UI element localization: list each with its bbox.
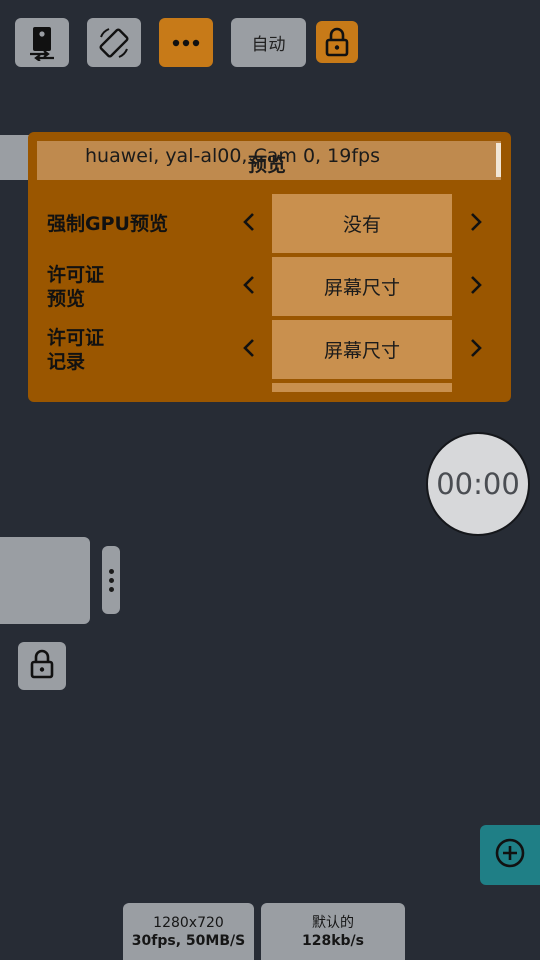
- more-vertical-icon-dot: [108, 586, 114, 592]
- preview-thumbnail[interactable]: [0, 537, 90, 624]
- panel-scrollbar[interactable]: [496, 143, 501, 177]
- auto-mode-label: 自动: [251, 35, 286, 55]
- setting-label-force-gpu-preview: 强制GPU预览: [47, 213, 168, 235]
- setting-label-preview-resolution: 许可证 预览: [47, 264, 105, 310]
- setting-value-record-resolution[interactable]: 屏幕尺寸: [272, 320, 452, 379]
- video-bitrate: 30fps, 50MB/S: [131, 932, 246, 949]
- more-vertical-icon-dot: [108, 577, 114, 583]
- prev-value-button[interactable]: [237, 275, 261, 299]
- lock-icon: [29, 649, 55, 683]
- setting-value-preview-resolution[interactable]: 屏幕尺寸: [272, 257, 452, 316]
- panel-title: 预览: [248, 154, 287, 176]
- record-button[interactable]: 00:00: [426, 432, 530, 536]
- screen-rotation-icon: [96, 25, 132, 61]
- next-value-button[interactable]: [464, 212, 488, 236]
- setting-label-record-resolution: 许可证 记录: [47, 327, 105, 373]
- audio-bitrate: 128kb/s: [301, 932, 364, 949]
- video-resolution: 1280x720: [153, 914, 224, 931]
- audio-source: 默认的: [312, 914, 354, 931]
- more-horizontal-icon: [172, 39, 200, 47]
- chevron-left-icon: [242, 275, 256, 299]
- recording-timer: 00:00: [436, 467, 520, 501]
- chevron-right-icon: [469, 338, 483, 362]
- more-vertical-button[interactable]: [102, 546, 120, 614]
- more-vertical-icon-dot: [108, 568, 114, 574]
- add-circle-icon: [494, 837, 526, 873]
- setting-value-force-gpu-preview[interactable]: 没有: [272, 194, 452, 253]
- camera-switch-button[interactable]: [15, 18, 69, 67]
- auto-mode-button[interactable]: 自动: [231, 18, 306, 67]
- chevron-right-icon: [469, 212, 483, 236]
- prev-value-button[interactable]: [237, 338, 261, 362]
- next-value-button[interactable]: [464, 338, 488, 362]
- prev-value-button[interactable]: [237, 212, 261, 236]
- camera-screen: 自动 huawei, yal-al00, Cam 0, 19fps 预览 强制G…: [0, 0, 540, 960]
- lock-button[interactable]: [316, 21, 358, 63]
- side-panel-tab[interactable]: [0, 135, 30, 180]
- chevron-left-icon: [242, 338, 256, 362]
- next-value-button[interactable]: [464, 275, 488, 299]
- preview-settings-panel: huawei, yal-al00, Cam 0, 19fps 预览 强制GPU预…: [28, 132, 511, 402]
- audio-settings-chip[interactable]: 默认的 128kb/s: [261, 903, 405, 960]
- camera-switch-icon: [27, 25, 57, 61]
- video-settings-chip[interactable]: 1280x720 30fps, 50MB/S: [123, 903, 254, 960]
- chevron-left-icon: [242, 212, 256, 236]
- next-setting-value-partial: [272, 383, 452, 392]
- rotate-screen-button[interactable]: [87, 18, 141, 67]
- add-button[interactable]: [480, 825, 540, 885]
- chevron-right-icon: [469, 275, 483, 299]
- lock-icon: [324, 27, 350, 57]
- more-options-button[interactable]: [159, 18, 213, 67]
- lock-exposure-button[interactable]: [18, 642, 66, 690]
- device-info: huawei, yal-al00, Cam 0, 19fps: [85, 145, 380, 167]
